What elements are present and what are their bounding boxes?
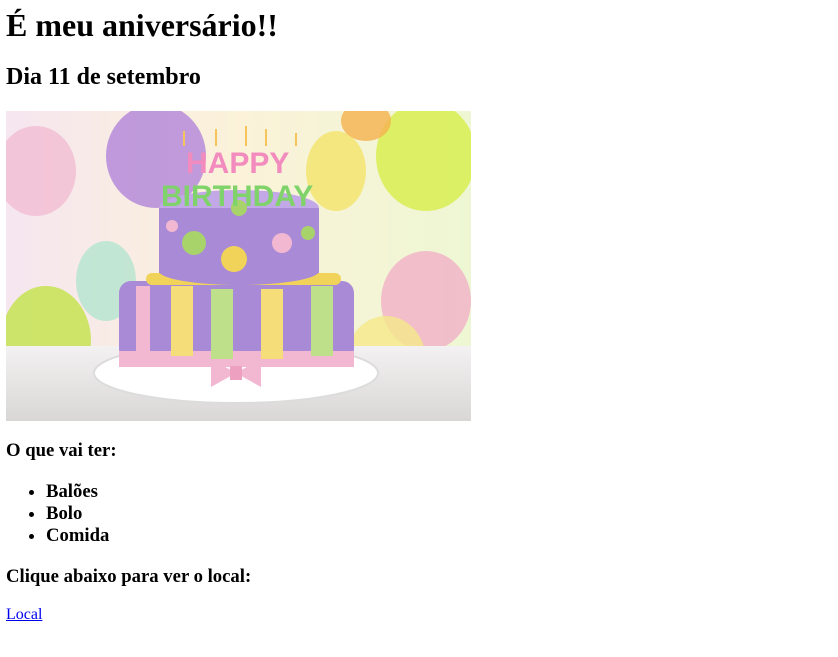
location-heading: Clique abaixo para ver o local: (6, 566, 252, 587)
page-subtitle: Dia 11 de setembro (6, 64, 201, 90)
list-item: Balões (46, 481, 109, 503)
list-item: Bolo (46, 503, 109, 525)
list-item: Comida (46, 525, 109, 547)
cake-text-happy: HAPPY (186, 147, 289, 180)
what-heading: O que vai ter: (6, 440, 117, 461)
location-link[interactable]: Local (6, 605, 42, 624)
cake-text-birthday: BIRTHDAY (161, 180, 313, 213)
items-list: Balões Bolo Comida (6, 481, 109, 547)
birthday-cake-image: HAPPY BIRTHDAY (6, 111, 471, 421)
page-title: É meu aniversário!! (6, 7, 278, 43)
